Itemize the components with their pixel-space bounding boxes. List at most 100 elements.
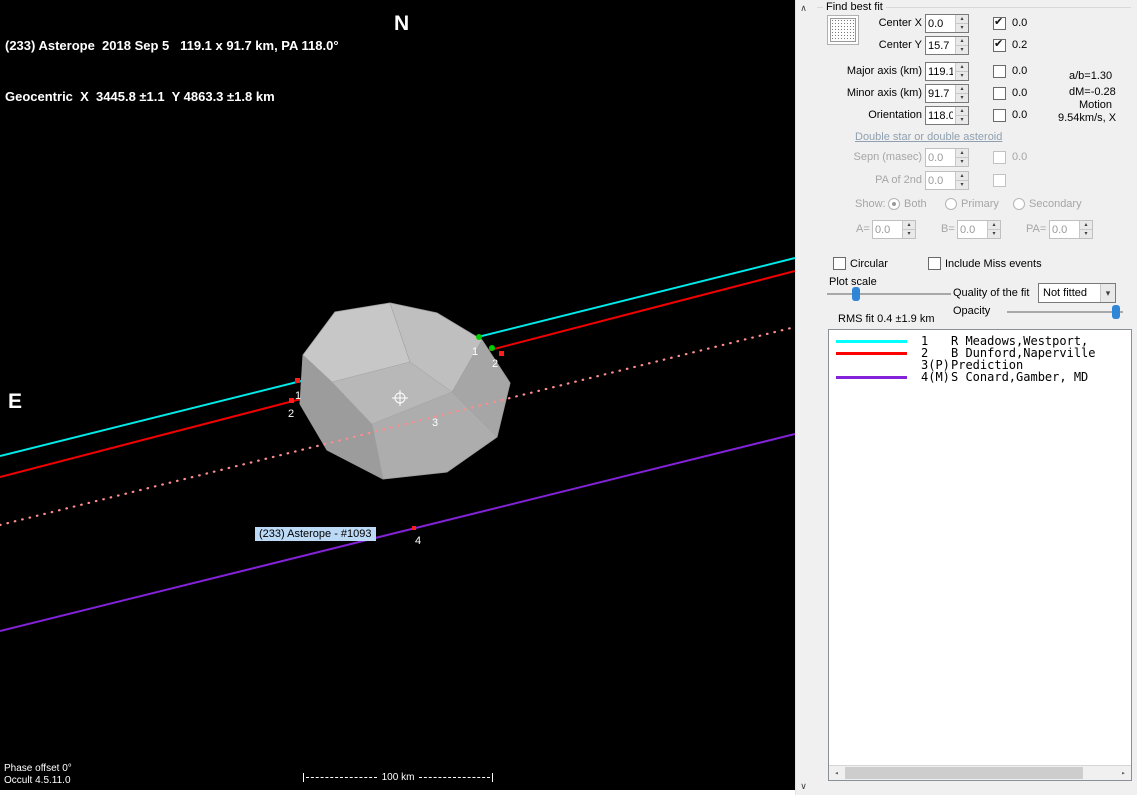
pa-of-2nd-fit-checkbox[interactable] — [993, 174, 1006, 187]
spinner-down-icon[interactable]: ▾ — [956, 46, 968, 54]
spin-buttons[interactable]: ▴ ▾ — [987, 221, 1000, 238]
center-y-spinner[interactable]: ▴▾ — [925, 36, 969, 55]
spinner-down-icon[interactable]: ▾ — [956, 158, 968, 166]
spin-buttons[interactable]: ▴ ▾ — [1079, 221, 1092, 238]
scroll-up-icon[interactable]: ∧ — [796, 0, 811, 17]
a-label: A= — [856, 223, 870, 235]
chord1-exit-marker[interactable] — [476, 334, 482, 340]
opacity-label: Opacity — [953, 305, 991, 317]
separation-input[interactable] — [926, 149, 955, 166]
spinner-up-icon[interactable]: ▴ — [903, 221, 915, 230]
a-spinner[interactable]: ▴▾ — [872, 220, 916, 239]
orientation-spinner[interactable]: ▴▾ — [925, 106, 969, 125]
list-item[interactable]: 4(M) S Conard,Gamber, MD — [829, 371, 1131, 383]
center-x-spinner[interactable]: ▴▾ — [925, 14, 969, 33]
orientation-fit-checkbox[interactable] — [993, 109, 1006, 122]
scroll-down-icon[interactable]: ∨ — [796, 778, 811, 795]
slider-track[interactable] — [1007, 311, 1123, 313]
spinner-up-icon[interactable]: ▴ — [956, 85, 968, 94]
major-axis-input[interactable] — [926, 63, 955, 80]
chord1-entry-marker[interactable] — [295, 378, 300, 383]
separation-spinner[interactable]: ▴▾ — [925, 148, 969, 167]
spinner-down-icon[interactable]: ▾ — [956, 94, 968, 102]
slider-thumb[interactable] — [852, 287, 860, 301]
phase-offset-label: Phase offset 0° — [4, 763, 72, 774]
spin-buttons[interactable]: ▴ ▾ — [955, 63, 968, 80]
minor-axis-spinner[interactable]: ▴▾ — [925, 84, 969, 103]
circular-checkbox[interactable] — [833, 257, 846, 270]
spinner-down-icon[interactable]: ▾ — [1080, 230, 1092, 238]
minor-axis-input[interactable] — [926, 85, 955, 102]
scrollbar-thumb[interactable] — [845, 767, 1083, 779]
pa-of-2nd-input[interactable] — [926, 172, 955, 189]
slider-thumb[interactable] — [1112, 305, 1120, 319]
minor-axis-error-value: 0.0 — [1012, 87, 1028, 99]
chord2-exit-marker2[interactable] — [499, 351, 504, 356]
a-input[interactable] — [873, 221, 902, 238]
spin-buttons[interactable]: ▴ ▾ — [955, 85, 968, 102]
spin-buttons[interactable]: ▴ ▾ — [955, 107, 968, 124]
chord4-tick-marker[interactable] — [412, 526, 416, 530]
center-y-error-value: 0.2 — [1012, 39, 1028, 51]
major-axis-spinner[interactable]: ▴▾ — [925, 62, 969, 81]
asteroid-model[interactable] — [299, 302, 511, 480]
spinner-up-icon[interactable]: ▴ — [956, 172, 968, 181]
plot-scale-slider[interactable] — [827, 286, 951, 302]
chord2-exit-marker[interactable] — [489, 345, 495, 351]
center-y-input[interactable] — [926, 37, 955, 54]
show-secondary-radio[interactable] — [1013, 198, 1025, 210]
chord1-left-label: 1 — [295, 390, 301, 402]
pa-input[interactable] — [1050, 221, 1079, 238]
double-star-link[interactable]: Double star or double asteroid — [855, 131, 1002, 143]
orientation-input[interactable] — [926, 107, 955, 124]
chord2-entry-marker[interactable] — [289, 398, 294, 403]
chord2-right-label: 2 — [492, 358, 498, 370]
chord-color-sample — [836, 351, 907, 355]
scroll-left-icon[interactable]: ◂ — [829, 766, 844, 780]
spinner-down-icon[interactable]: ▾ — [956, 24, 968, 32]
spin-buttons[interactable]: ▴ ▾ — [955, 37, 968, 54]
chord-color-sample — [836, 364, 907, 367]
center-x-input[interactable] — [926, 15, 955, 32]
chevron-down-icon[interactable]: ▾ — [1100, 284, 1115, 302]
quality-dropdown[interactable]: Not fitted ▾ — [1038, 283, 1116, 303]
pa-spinner[interactable]: ▴▾ — [1049, 220, 1093, 239]
plot-canvas[interactable]: 1 2 1 2 3 4 (233) Asterope 2018 Sep 5 11… — [0, 0, 795, 790]
spinner-down-icon[interactable]: ▾ — [903, 230, 915, 238]
orientation-error-value: 0.0 — [1012, 109, 1028, 121]
list-horizontal-scrollbar[interactable]: ◂ ▸ — [829, 765, 1131, 780]
pa-of-2nd-spinner[interactable]: ▴▾ — [925, 171, 969, 190]
spinner-down-icon[interactable]: ▾ — [988, 230, 1000, 238]
spinner-down-icon[interactable]: ▾ — [956, 181, 968, 189]
spinner-up-icon[interactable]: ▴ — [1080, 221, 1092, 230]
major-axis-fit-checkbox[interactable] — [993, 65, 1006, 78]
spinner-up-icon[interactable]: ▴ — [956, 149, 968, 158]
spin-buttons[interactable]: ▴ ▾ — [955, 172, 968, 189]
occult-window: 1 2 1 2 3 4 (233) Asterope 2018 Sep 5 11… — [0, 0, 1137, 795]
spinner-up-icon[interactable]: ▴ — [956, 37, 968, 46]
spin-buttons[interactable]: ▴ ▾ — [955, 15, 968, 32]
slider-track[interactable] — [827, 293, 951, 295]
spinner-up-icon[interactable]: ▴ — [956, 15, 968, 24]
motion-value: 9.54km/s, X — [1058, 112, 1117, 124]
spinner-up-icon[interactable]: ▴ — [956, 107, 968, 116]
opacity-slider[interactable] — [1007, 304, 1123, 320]
spinner-up-icon[interactable]: ▴ — [956, 63, 968, 72]
center-x-fit-checkbox[interactable] — [993, 15, 1006, 30]
spin-buttons[interactable]: ▴ ▾ — [902, 221, 915, 238]
center-y-fit-checkbox[interactable] — [993, 37, 1006, 52]
observer-list[interactable]: 1 R Meadows,Westport, 2 B Dunford,Naperv… — [828, 329, 1132, 781]
spinner-up-icon[interactable]: ▴ — [988, 221, 1000, 230]
spinner-down-icon[interactable]: ▾ — [956, 116, 968, 124]
show-both-radio[interactable] — [888, 198, 900, 210]
main-vertical-scrollbar[interactable]: ∧ ∨ — [795, 0, 811, 795]
minor-axis-fit-checkbox[interactable] — [993, 87, 1006, 100]
separation-fit-checkbox[interactable] — [993, 151, 1006, 164]
spinner-down-icon[interactable]: ▾ — [956, 72, 968, 80]
b-spinner[interactable]: ▴▾ — [957, 220, 1001, 239]
show-primary-radio[interactable] — [945, 198, 957, 210]
scroll-right-icon[interactable]: ▸ — [1116, 766, 1131, 780]
include-miss-checkbox[interactable] — [928, 257, 941, 270]
b-input[interactable] — [958, 221, 987, 238]
spin-buttons[interactable]: ▴ ▾ — [955, 149, 968, 166]
